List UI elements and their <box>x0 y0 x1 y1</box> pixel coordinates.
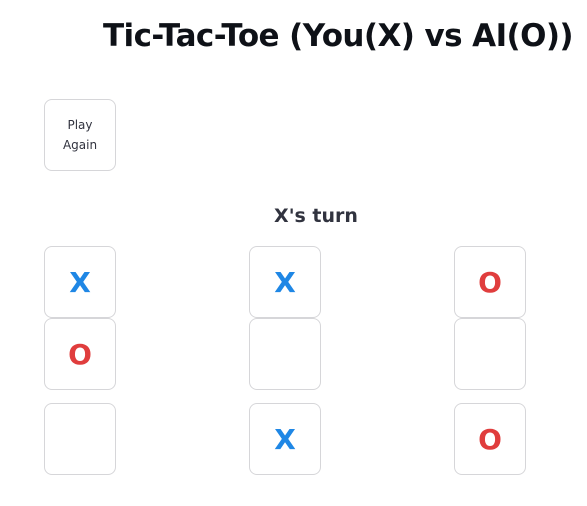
cell-mark: X <box>69 265 91 299</box>
turn-status: X's turn <box>274 205 358 227</box>
board-cell[interactable]: X <box>249 403 321 475</box>
page-title: Tic-Tac-Toe (You(X) vs AI(O)) <box>103 18 574 54</box>
board-cell[interactable]: X <box>249 246 321 318</box>
board-cell[interactable]: O <box>454 403 526 475</box>
cell-mark: X <box>274 422 296 456</box>
cell-mark: O <box>478 422 502 456</box>
cell-mark: O <box>478 265 502 299</box>
cell-mark: X <box>274 265 296 299</box>
play-again-button[interactable]: Play Again <box>44 99 116 171</box>
board-cell[interactable]: O <box>44 318 116 390</box>
cell-mark: O <box>68 337 92 371</box>
board-cell[interactable]: X <box>44 246 116 318</box>
board-cell[interactable]: O <box>454 246 526 318</box>
board-cell[interactable] <box>249 318 321 390</box>
board-cell[interactable] <box>44 403 116 475</box>
board-cell[interactable] <box>454 318 526 390</box>
